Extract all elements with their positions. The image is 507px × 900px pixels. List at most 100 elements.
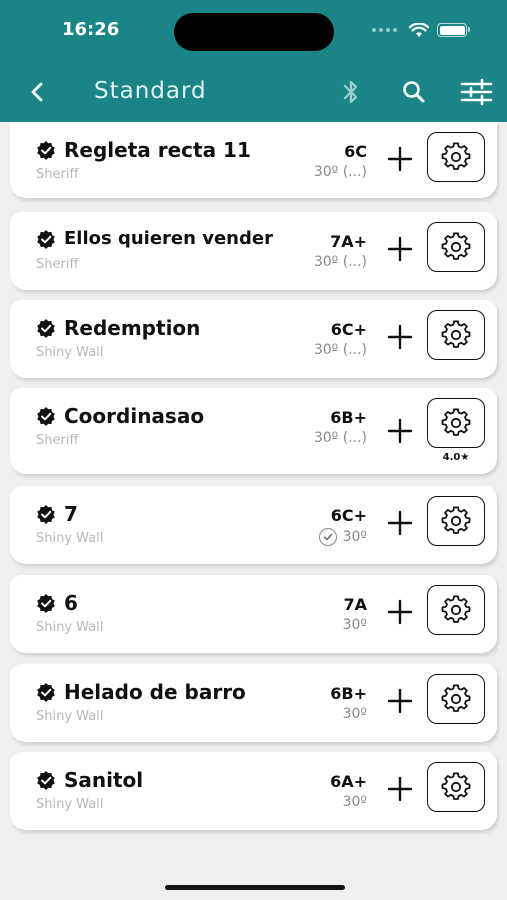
add-button[interactable] xyxy=(387,418,413,444)
bluetooth-icon[interactable] xyxy=(336,77,366,107)
route-card[interactable]: 7 Shiny Wall 6C+ 30º xyxy=(10,486,497,564)
gear-icon xyxy=(441,232,471,260)
verified-badge-icon xyxy=(37,683,55,702)
verified-badge-icon xyxy=(37,141,55,160)
add-button[interactable] xyxy=(387,510,413,536)
angle-text: 30º (...) xyxy=(313,254,367,270)
rating-label: 4.0★ xyxy=(442,452,470,463)
wall-name: Shiny Wall xyxy=(36,345,104,360)
route-name: 6 xyxy=(36,591,78,615)
settings-button[interactable] xyxy=(427,222,485,272)
angle-label: 30º (...) xyxy=(314,342,367,358)
grade-label: 7A+ xyxy=(330,232,367,251)
angle-label: 30º (...) xyxy=(314,164,367,180)
verified-badge-icon xyxy=(37,229,55,249)
wall-name: Shiny Wall xyxy=(36,709,104,724)
add-button[interactable] xyxy=(387,146,413,172)
add-button[interactable] xyxy=(387,236,413,262)
grade-label: 6A+ xyxy=(330,772,367,791)
route-card[interactable]: Coordinasao Sheriff 6B+ 30º (...) 4.0★ xyxy=(10,388,497,474)
route-card[interactable]: Helado de barro Shiny Wall 6B+ 30º xyxy=(10,664,497,742)
angle-label: 30º xyxy=(343,794,367,810)
grade-label: 6C+ xyxy=(330,506,367,525)
route-name-text: Regleta recta 11 xyxy=(64,138,251,162)
gear-icon xyxy=(441,142,471,170)
add-button[interactable] xyxy=(387,324,413,350)
route-name: Ellos quieren vender xyxy=(36,228,273,249)
gear-icon xyxy=(441,772,471,800)
verified-badge-icon xyxy=(37,771,55,790)
dynamic-island xyxy=(174,13,334,51)
add-button[interactable] xyxy=(387,776,413,802)
settings-button[interactable] xyxy=(427,496,485,546)
route-name-text: Coordinasao xyxy=(64,404,205,428)
battery-icon xyxy=(437,23,470,37)
settings-button[interactable] xyxy=(427,310,485,360)
route-name-text: 7 xyxy=(64,502,78,526)
angle-text: 30º (...) xyxy=(313,430,367,446)
route-name: Redemption xyxy=(36,316,200,340)
wall-name: Shiny Wall xyxy=(36,531,104,546)
route-card[interactable]: Ellos quieren vender Sheriff 7A+ 30º (...) xyxy=(10,212,497,290)
angle-label: 30º (...) xyxy=(314,430,367,446)
grade-label: 6C xyxy=(344,142,367,161)
grade-label: 7A xyxy=(343,595,367,614)
route-card[interactable]: Redemption Shiny Wall 6C+ 30º (...) xyxy=(10,300,497,378)
angle-text: 30º xyxy=(342,617,367,633)
add-button[interactable] xyxy=(387,599,413,625)
app-header: 16:26 Standard xyxy=(0,0,507,122)
signal-icon xyxy=(372,28,397,32)
route-name: Sanitol xyxy=(36,768,143,792)
route-card[interactable]: Sanitol Shiny Wall 6A+ 30º xyxy=(10,752,497,830)
gear-icon xyxy=(441,506,471,534)
route-card[interactable]: Regleta recta 11 Sheriff 6C 30º (...) xyxy=(10,122,497,198)
wall-name: Shiny Wall xyxy=(36,620,104,635)
route-name-text: Helado de barro xyxy=(64,680,246,704)
page-title: Standard xyxy=(94,78,207,104)
verified-badge-icon xyxy=(37,594,55,613)
route-name-text: Redemption xyxy=(64,316,201,340)
route-name: Helado de barro xyxy=(36,680,246,704)
grade-label: 6C+ xyxy=(330,320,367,339)
gear-icon xyxy=(441,595,471,623)
settings-button[interactable] xyxy=(427,132,485,182)
settings-button[interactable] xyxy=(427,762,485,812)
route-name-text: Sanitol xyxy=(64,768,144,792)
settings-button[interactable] xyxy=(427,398,485,448)
route-name-text: 6 xyxy=(64,591,78,615)
add-button[interactable] xyxy=(387,688,413,714)
angle-text: 30º xyxy=(342,706,367,722)
search-icon[interactable] xyxy=(399,77,429,107)
settings-button[interactable] xyxy=(427,674,485,724)
verified-badge-icon xyxy=(37,407,55,426)
grade-label: 6B+ xyxy=(330,408,367,427)
route-card[interactable]: 6 Shiny Wall 7A 30º xyxy=(10,575,497,653)
wall-name: Sheriff xyxy=(36,257,79,272)
settings-button[interactable] xyxy=(427,585,485,635)
route-name: Regleta recta 11 xyxy=(36,138,251,162)
wifi-icon xyxy=(409,22,429,37)
gear-icon xyxy=(441,408,471,436)
angle-text: 30º (...) xyxy=(313,164,367,180)
angle-label: 30º xyxy=(343,706,367,722)
route-name-text: Ellos quieren vender xyxy=(64,228,273,249)
grade-label: 6B+ xyxy=(330,684,367,703)
wall-name: Sheriff xyxy=(36,433,79,448)
wall-name: Sheriff xyxy=(36,167,79,182)
wall-name: Shiny Wall xyxy=(36,797,104,812)
angle-label: 30º xyxy=(343,617,367,633)
angle-text: 30º xyxy=(342,529,367,545)
verified-badge-icon xyxy=(37,505,55,524)
back-button[interactable] xyxy=(24,79,50,105)
sent-check-icon xyxy=(318,528,337,546)
status-icons xyxy=(372,20,470,40)
angle-text: 30º xyxy=(342,794,367,810)
gear-icon xyxy=(441,684,471,712)
angle-label: 30º (...) xyxy=(314,254,367,270)
angle-text: 30º (...) xyxy=(313,342,367,358)
route-name: Coordinasao xyxy=(36,404,204,428)
status-time: 16:26 xyxy=(62,19,120,40)
home-indicator xyxy=(165,885,345,890)
sliders-icon[interactable] xyxy=(460,77,493,107)
angle-label: 30º xyxy=(318,528,367,546)
